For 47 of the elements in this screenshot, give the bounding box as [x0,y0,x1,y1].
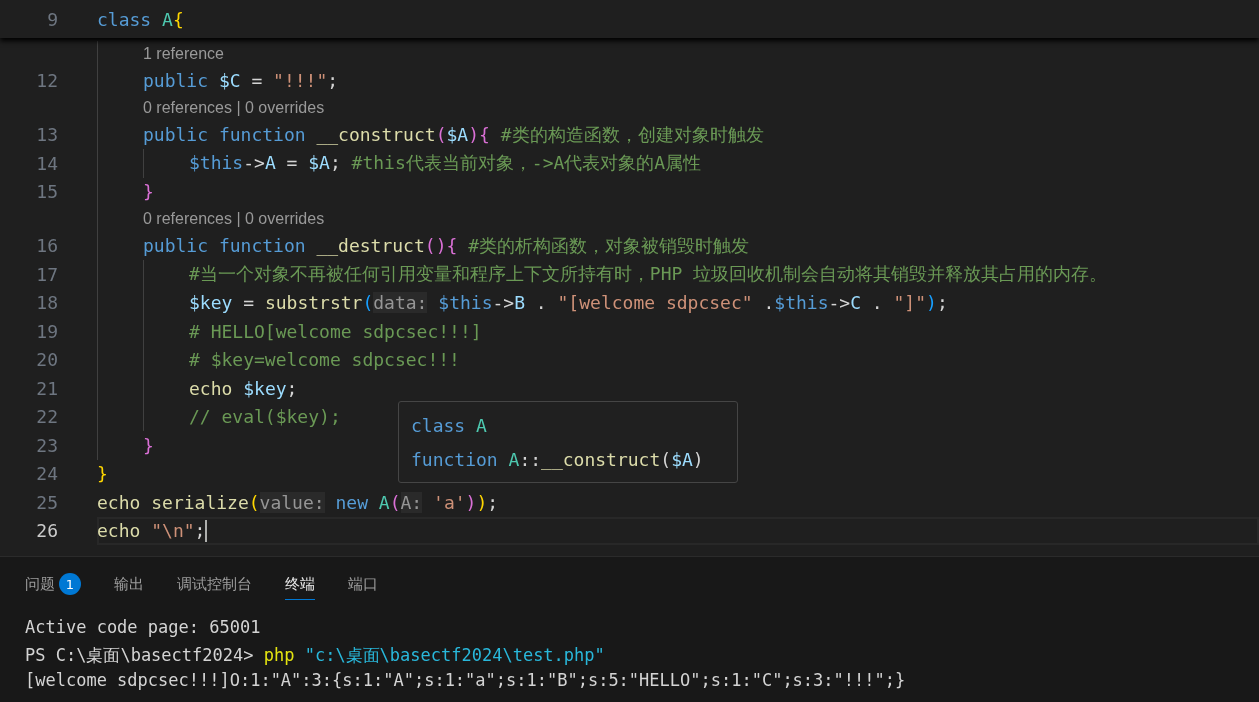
code-line: echo "\n"; [97,520,206,542]
line-number: 12 [35,70,58,92]
hover-signature: class A [411,414,487,436]
line-number: 20 [35,349,58,371]
line-number: 24 [35,463,58,485]
code-line: } [143,434,154,456]
terminal-line: PS C:\桌面\basectf2024> php "c:\桌面\basectf2024\test.php" [25,643,606,667]
panel-tab[interactable]: 输出 [114,569,144,600]
terminal-line: [welcome sdpcsec!!!]O:1:"A":3:{s:1:"A";s:1:"a";s:1:"B";s:5:"HELLO";s:1:"C";s:3:"!!!";} [25,670,907,692]
text-cursor [205,519,208,542]
code-line: echo $key; [189,377,298,399]
panel-tab[interactable]: 端口 [348,569,378,600]
panel-tab[interactable]: 终端 [285,569,315,600]
code-line: public $C = "!!!"; [143,70,339,92]
line-number: 25 [35,491,58,513]
line-number: 17 [35,263,58,285]
line-number: 21 [35,377,58,399]
code-line: // eval($key); [189,406,341,428]
line-number: 15 [35,181,58,203]
line-number: 23 [35,434,58,456]
line-number: 22 [35,406,58,428]
terminal-line: Active code page: 65001 [25,617,262,639]
code-lens-link[interactable]: 1 reference [143,44,224,63]
code-line: # HELLO[welcome sdpcsec!!!] [189,320,482,342]
code-line: class A{ [97,8,184,30]
code-lens-link[interactable]: 0 references | 0 overrides [143,209,325,228]
hover-signature: function A::__construct($A) [411,448,704,470]
code-line: } [143,181,154,203]
line-number: 18 [35,292,58,314]
line-number: 13 [35,124,58,146]
code-line: $this->A = $A; #this代表当前对象，->A代表对象的A属性 [189,151,702,176]
code-line: #当一个对象不再被任何引用变量和程序上下文所持有时，PHP 垃圾回收机制会自动将其销毁并释放其占用的内存。 [189,262,1108,287]
code-lens-link[interactable]: 0 references | 0 overrides [143,98,325,117]
line-number: 26 [35,520,58,542]
code-line: public function __construct($A){ #类的构造函数，创建对象时触发 [143,122,764,147]
panel-tab[interactable]: 问题 1 [25,569,81,600]
code-line: } [97,463,108,485]
line-number: 16 [35,235,58,257]
panel-tab[interactable]: 调试控制台 [177,569,252,600]
code-line: echo serialize(value: new A(A: 'a')); [97,491,499,513]
code-line: $key = substrstr(data: $this->B . "[welcome sdpcsec" .$this->C . "]"); [189,292,948,314]
code-line: # $key=welcome sdpcsec!!! [189,349,460,371]
line-number: 14 [35,152,58,174]
count-badge: 1 [59,573,81,595]
line-number: 19 [35,320,58,342]
line-number: 9 [46,8,58,30]
code-line: public function __destruct(){ #类的析构函数，对象被销毁时触发 [143,233,749,258]
